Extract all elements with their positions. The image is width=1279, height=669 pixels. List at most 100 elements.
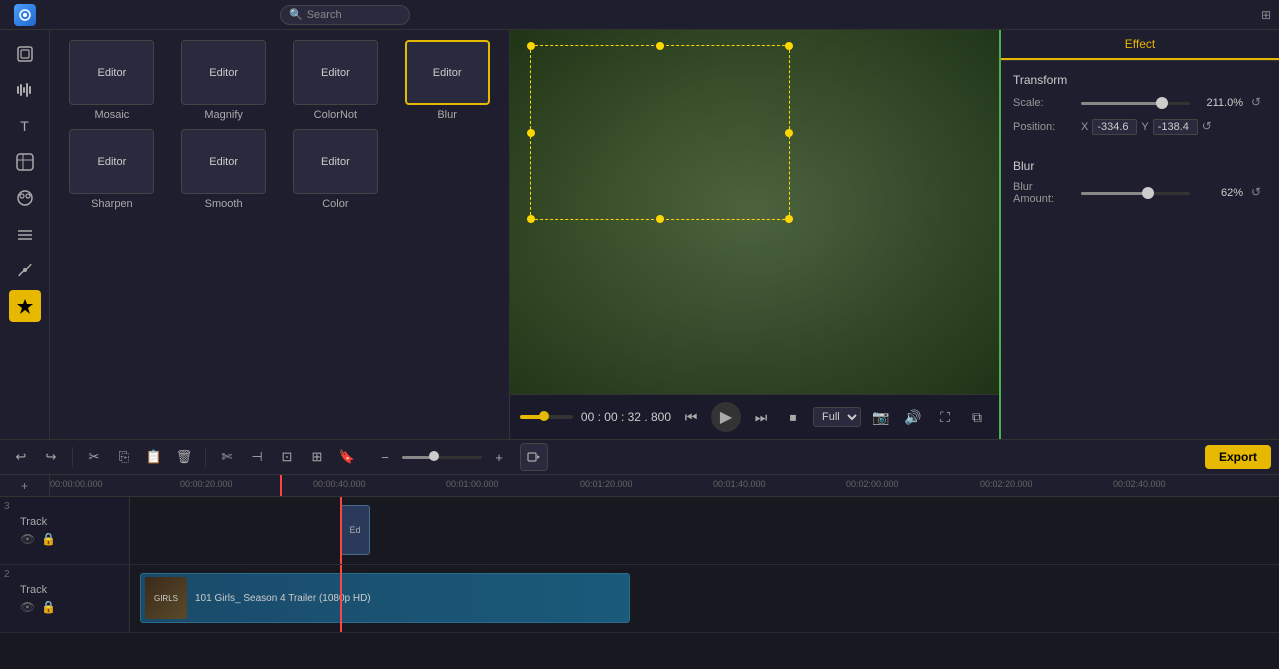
sidebar-item-layers[interactable] — [9, 38, 41, 70]
grid-icon[interactable]: ⊞ — [1261, 8, 1271, 22]
app-logo — [0, 4, 50, 26]
handle-bl[interactable] — [527, 215, 535, 223]
handle-bm[interactable] — [656, 215, 664, 223]
zoom-minus-btn[interactable]: − — [372, 444, 398, 470]
handle-tm[interactable] — [656, 42, 664, 50]
track-lock-2[interactable]: 🔒 — [41, 600, 56, 614]
sidebar-item-effects[interactable] — [9, 182, 41, 214]
tick-3: 00:01:00.000 — [446, 479, 499, 489]
scale-reset[interactable]: ↺ — [1251, 95, 1267, 111]
search-placeholder: Search — [307, 9, 342, 21]
handle-br[interactable] — [785, 215, 793, 223]
track-eye-2[interactable]: 👁 — [20, 600, 35, 614]
transform-title: Transform — [1013, 73, 1267, 87]
redo-btn[interactable]: ↪ — [38, 444, 64, 470]
pip-btn[interactable]: ⧉ — [965, 405, 989, 429]
effect-btn-magnify[interactable]: Editor — [181, 40, 266, 105]
track-icons-3: 👁 🔒 — [20, 532, 56, 546]
playhead-3 — [340, 497, 342, 564]
split-btn[interactable]: ⊣ — [244, 444, 270, 470]
track-eye-3[interactable]: 👁 — [20, 532, 35, 546]
effect-smooth: Editor Smooth — [172, 129, 276, 210]
scale-label: Scale: — [1013, 97, 1073, 109]
position-reset[interactable]: ↺ — [1202, 119, 1218, 135]
export-btn[interactable]: Export — [1205, 445, 1271, 469]
effect-label-color: Color — [322, 198, 348, 210]
add-track-btn[interactable]: + — [0, 475, 50, 496]
effect-btn-colornot[interactable]: Editor — [293, 40, 378, 105]
undo-btn[interactable]: ↩ — [8, 444, 34, 470]
crop-btn[interactable]: ⊡ — [274, 444, 300, 470]
video-clip[interactable]: GIRLS 101 Girls_ Season 4 Trailer (1080p… — [140, 573, 630, 623]
handle-tr[interactable] — [785, 42, 793, 50]
sidebar-item-stickers[interactable] — [9, 146, 41, 178]
progress-bar[interactable] — [520, 415, 573, 419]
sidebar-item-motion[interactable] — [9, 254, 41, 286]
effects-grid: Editor Mosaic Editor Magnify Editor Colo… — [50, 30, 509, 220]
quality-select[interactable]: Full — [813, 407, 861, 427]
timeline-tracks: 3 Track 👁 🔒 Ed 2 Track — [0, 497, 1279, 669]
sidebar-item-audio[interactable] — [9, 74, 41, 106]
zoom-plus-btn[interactable]: + — [486, 444, 512, 470]
selection-box[interactable] — [530, 45, 790, 220]
screenshot-btn[interactable]: 📷 — [869, 405, 893, 429]
copy-btn[interactable]: ⎘ — [111, 444, 137, 470]
left-sidebar: T — [0, 30, 50, 439]
track-row-2: 2 Track 👁 🔒 GIRLS 101 Girls_ Season 4 Tr… — [0, 565, 1279, 633]
sidebar-item-favorites[interactable] — [9, 290, 41, 322]
toolbar-row: ↩ ↪ ✂ ⎘ 📋 🗑 ✄ ⊣ ⊡ ⊞ 🔖 − + Export — [0, 440, 1279, 475]
prev-frame-btn[interactable]: ⏮ — [679, 405, 703, 429]
tick-6: 00:02:00.000 — [846, 479, 899, 489]
handle-tl[interactable] — [527, 42, 535, 50]
tick-7: 00:02:20.000 — [980, 479, 1033, 489]
effect-btn-color[interactable]: Editor — [293, 129, 378, 194]
scale-slider[interactable] — [1081, 102, 1190, 105]
tick-4: 00:01:20.000 — [580, 479, 633, 489]
paste-btn[interactable]: 📋 — [141, 444, 167, 470]
record-btn[interactable] — [520, 443, 548, 471]
time-display: 00 : 00 : 32 . 800 — [581, 410, 671, 424]
effect-btn-blur[interactable]: Editor — [405, 40, 490, 105]
effect-btn-mosaic[interactable]: Editor — [69, 40, 154, 105]
speed-btn[interactable]: ⊞ — [304, 444, 330, 470]
tick-2: 00:00:40.000 — [313, 479, 366, 489]
effect-clip[interactable]: Ed — [340, 505, 370, 555]
y-input[interactable] — [1153, 119, 1198, 135]
mark-btn[interactable]: ✂ — [81, 444, 107, 470]
handle-ml[interactable] — [527, 129, 535, 137]
audio-btn[interactable]: 🔊 — [901, 405, 925, 429]
cut-btn[interactable]: ✄ — [214, 444, 240, 470]
blur-value: 62% — [1198, 187, 1243, 199]
effect-btn-sharpen[interactable]: Editor — [69, 129, 154, 194]
effect-blur: Editor Blur — [395, 40, 499, 121]
next-frame-btn[interactable]: ⏭ — [749, 405, 773, 429]
fullscreen-btn[interactable]: ⛶ — [933, 405, 957, 429]
progress-handle[interactable] — [539, 411, 549, 421]
zoom-slider[interactable] — [402, 456, 482, 459]
zoom-controls: − + — [372, 444, 512, 470]
search-box[interactable]: 🔍 Search — [280, 5, 410, 25]
delete-btn[interactable]: 🗑 — [171, 444, 197, 470]
sidebar-item-transitions[interactable] — [9, 218, 41, 250]
search-icon: 🔍 — [289, 8, 303, 21]
main-content: T — [0, 30, 1279, 439]
playhead-indicator[interactable] — [280, 475, 282, 496]
playhead-2 — [340, 565, 342, 632]
blur-reset[interactable]: ↺ — [1251, 185, 1267, 201]
blur-slider[interactable] — [1081, 192, 1190, 195]
tab-effect[interactable]: Effect — [1001, 30, 1279, 60]
track-row-3: 3 Track 👁 🔒 Ed — [0, 497, 1279, 565]
effects-panel: Editor Mosaic Editor Magnify Editor Colo… — [50, 30, 510, 439]
play-btn[interactable]: ▶ — [711, 402, 741, 432]
position-label: Position: — [1013, 121, 1073, 133]
sidebar-item-text[interactable]: T — [9, 110, 41, 142]
handle-mr[interactable] — [785, 129, 793, 137]
track-label-3: 3 Track 👁 🔒 — [0, 497, 130, 564]
effect-btn-smooth[interactable]: Editor — [181, 129, 266, 194]
progress-fill — [520, 415, 544, 419]
track-lock-3[interactable]: 🔒 — [41, 532, 56, 546]
track-icons-2: 👁 🔒 — [20, 600, 56, 614]
x-input[interactable] — [1092, 119, 1137, 135]
bookmark-btn[interactable]: 🔖 — [334, 444, 360, 470]
stop-btn[interactable]: ⏹ — [781, 405, 805, 429]
